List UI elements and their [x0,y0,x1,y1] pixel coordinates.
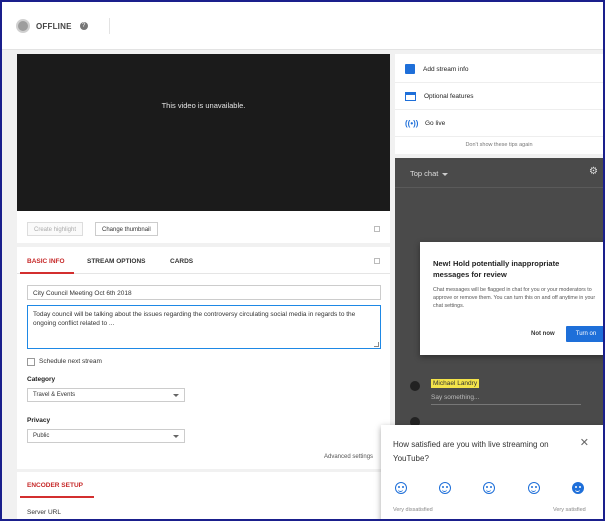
tab-cards[interactable]: CARDS [170,258,193,265]
not-now-button[interactable]: Not now [531,331,555,337]
status-indicator-icon [16,19,30,33]
schedule-label: Schedule next stream [39,358,102,365]
category-label: Category [27,376,56,383]
survey-question: How satisfied are you with live streamin… [393,440,549,463]
chat-title: Top chat [410,169,439,178]
rating-1-icon[interactable] [395,482,407,494]
tip-label: Optional features [424,92,474,100]
scale-low-label: Very dissatisfied [393,507,433,513]
chevron-down-icon [173,435,179,438]
chat-input[interactable]: Say something... [431,394,479,401]
rating-5-icon[interactable] [572,482,584,494]
avatar [410,381,420,391]
stream-status: OFFLINE ? [16,18,110,34]
title-field[interactable]: City Council Meeting Oct 6th 2018 [27,285,381,300]
encoder-setup-card: ENCODER SETUP Server URL [17,472,390,519]
expand-icon[interactable] [374,226,380,232]
advanced-settings-link[interactable]: Advanced settings [324,454,373,460]
turn-on-button[interactable]: Turn on [566,326,603,342]
description-field[interactable]: Today council will be talking about the … [27,305,381,349]
chevron-down-icon [173,394,179,397]
satisfaction-survey: How satisfied are you with live streamin… [381,425,603,519]
chat-user-name: Michael Landry [431,379,480,388]
description-text: Today council will be talking about the … [33,311,356,327]
rating-4-icon[interactable] [528,482,540,494]
encoder-tab[interactable]: ENCODER SETUP [27,482,83,489]
player-actions: Create highlight Change thumbnail [17,211,390,243]
chevron-down-icon [442,172,449,176]
info-box-icon [405,64,415,74]
popup-body: Chat messages will be flagged in chat fo… [433,287,596,309]
close-icon[interactable]: ✕ [580,436,589,449]
active-tab-indicator [20,496,94,498]
change-thumbnail-button[interactable]: Change thumbnail [95,222,158,236]
status-label: OFFLINE [36,21,72,31]
tab-stream-options[interactable]: STREAM OPTIONS [87,258,146,265]
scale-high-label: Very satisfied [553,507,586,513]
category-select[interactable]: Travel & Events [27,388,185,402]
tip-add-stream-info[interactable]: Add stream info [395,56,603,83]
player-message: This video is unavailable. [161,101,246,110]
live-icon: ((•)) [405,118,419,128]
chat-header: Top chat ⚙ [395,158,603,188]
stream-info-card: BASIC INFO STREAM OPTIONS CARDS City Cou… [17,247,390,469]
chat-mode-dropdown[interactable]: Top chat [410,169,449,178]
tab-basic-info[interactable]: BASIC INFO [27,258,65,265]
gear-icon[interactable]: ⚙ [589,167,599,177]
rating-3-icon[interactable] [483,482,495,494]
hold-messages-popup: New! Hold potentially inappropriate mess… [420,242,603,355]
resize-handle-icon[interactable] [374,342,379,347]
tip-label: Go live [425,119,446,127]
tip-label: Add stream info [423,65,469,73]
app-frame: OFFLINE ? This video is unavailable. Cre… [0,0,605,521]
chat-input-underline [431,404,581,405]
privacy-label: Privacy [27,417,51,424]
video-player[interactable]: This video is unavailable. [17,54,390,211]
server-url-label: Server URL [27,509,61,516]
tips-panel: Add stream info Optional features ((•)) … [395,54,603,154]
card-icon [405,91,416,101]
info-tabs: BASIC INFO STREAM OPTIONS CARDS [17,247,390,274]
privacy-value: Public [33,433,50,439]
schedule-checkbox[interactable] [27,358,35,366]
tip-optional-features[interactable]: Optional features [395,83,603,110]
popup-title: New! Hold potentially inappropriate mess… [433,259,560,279]
help-circle-icon[interactable]: ? [79,22,88,30]
create-highlight-button[interactable]: Create highlight [27,222,84,236]
top-header: OFFLINE ? [2,2,603,50]
dont-show-tips-link[interactable]: Don't show these tips again [395,142,603,148]
rating-2-icon[interactable] [439,482,451,494]
category-value: Travel & Events [33,392,76,398]
expand-icon[interactable] [374,258,380,264]
privacy-select[interactable]: Public [27,429,185,443]
tip-go-live[interactable]: ((•)) Go live [395,110,603,137]
active-tab-indicator [20,272,74,274]
